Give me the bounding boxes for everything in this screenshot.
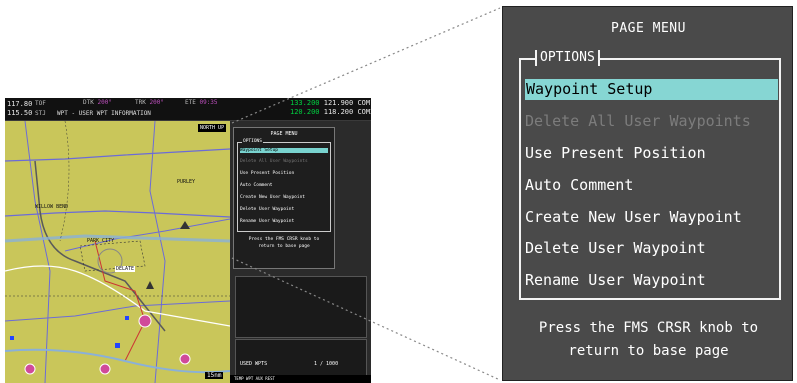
com2-active: 120.200 bbox=[290, 108, 320, 116]
used-wpts-label: USED WPTS bbox=[240, 361, 268, 367]
menu-item-rename-user-waypoint[interactable]: Rename User Waypoint bbox=[525, 270, 706, 291]
mini-press-line-1: Press the FMS CRSR knob to bbox=[248, 237, 320, 242]
waypoint-info-box bbox=[235, 276, 367, 338]
options-label: OPTIONS bbox=[535, 50, 600, 66]
mini-menu-title: PAGE MENU bbox=[270, 131, 298, 137]
used-wpts-count: 1 / 1000 bbox=[314, 361, 339, 367]
com2-standby: 118.200 bbox=[323, 108, 354, 116]
menu-item-use-present-position[interactable]: Use Present Position bbox=[525, 143, 706, 164]
ete-label: ETE bbox=[185, 99, 196, 106]
nav2-id: STJ bbox=[35, 110, 46, 117]
mini-menu-item: Delete All User Waypoints bbox=[240, 159, 308, 164]
trk-label: TRK bbox=[135, 99, 146, 106]
mini-options-box: OPTIONS Waypoint Setup Delete All User W… bbox=[237, 139, 331, 232]
softkey-bar: TEMP WPT AUX REST bbox=[230, 375, 371, 383]
trk-value: 200° bbox=[149, 99, 164, 106]
map-label-city: PURLEY bbox=[177, 179, 196, 185]
com1-standby: 121.900 bbox=[323, 99, 354, 107]
map-label-waypoint: DELATE bbox=[115, 266, 136, 272]
mini-page-menu: PAGE MENU OPTIONS Waypoint Setup Delete … bbox=[233, 127, 335, 269]
mini-menu-item[interactable]: Waypoint Setup bbox=[240, 148, 328, 153]
mini-menu-item[interactable]: Rename User Waypoint bbox=[240, 219, 294, 224]
page-title: WPT - USER WPT INFORMATION bbox=[57, 110, 151, 117]
ete-field: ETE 09:35 bbox=[185, 99, 218, 106]
mini-press-line-2: return to base page bbox=[258, 244, 310, 249]
mfd-right-panel: PAGE MENU OPTIONS Waypoint Setup Delete … bbox=[230, 121, 371, 383]
trk-field: TRK 200° bbox=[135, 99, 164, 106]
mfd-screenshot: 117.80 115.50 TOF STJ DTK 200° TRK 200° … bbox=[5, 98, 371, 383]
map-graphic bbox=[5, 121, 230, 383]
page-menu-title: PAGE MENU bbox=[611, 21, 686, 36]
nav1-frequency: 117.80 bbox=[7, 100, 33, 108]
ete-value: 09:35 bbox=[199, 99, 218, 106]
page-menu-enlarged: PAGE MENU OPTIONS Waypoint Setup Delete … bbox=[502, 6, 793, 381]
press-line-2: return to base page bbox=[568, 343, 729, 359]
mini-menu-item[interactable]: Auto Comment bbox=[240, 183, 273, 188]
mini-press-instruction: Press the FMS CRSR knob to return to bas… bbox=[234, 236, 334, 250]
used-waypoints-box: USED WPTS 1 / 1000 bbox=[235, 339, 367, 377]
navigation-map[interactable]: PURLEY WILLOW BEND PARK CITY DELATE NORT… bbox=[5, 121, 230, 383]
menu-item-auto-comment[interactable]: Auto Comment bbox=[525, 175, 633, 196]
map-range: 15nm bbox=[205, 372, 224, 379]
menu-item-create-new-user-waypoint[interactable]: Create New User Waypoint bbox=[525, 207, 742, 228]
map-label-city: PARK CITY bbox=[87, 238, 115, 244]
nav1-id: TOF bbox=[35, 100, 46, 107]
dtk-field: DTK 200° bbox=[83, 99, 112, 106]
mini-menu-item[interactable]: Use Present Position bbox=[240, 171, 294, 176]
com1-active: 133.200 bbox=[290, 99, 320, 107]
options-box: OPTIONS Waypoint Setup Delete All User W… bbox=[519, 50, 781, 300]
dtk-label: DTK bbox=[83, 99, 94, 106]
com2-tag: COM2 bbox=[357, 108, 371, 116]
mini-options-label: OPTIONS bbox=[242, 139, 263, 144]
com1-tag: COM1 bbox=[357, 99, 371, 107]
map-label-city: WILLOW BEND bbox=[35, 204, 69, 210]
menu-item-waypoint-setup[interactable]: Waypoint Setup bbox=[525, 79, 778, 100]
north-up-indicator: NORTH UP bbox=[198, 124, 227, 132]
press-crsr-instruction: Press the FMS CRSR knob to return to bas… bbox=[503, 317, 794, 363]
mfd-top-bar: 117.80 115.50 TOF STJ DTK 200° TRK 200° … bbox=[5, 98, 371, 121]
press-line-1: Press the FMS CRSR knob to bbox=[538, 320, 759, 336]
menu-item-delete-user-waypoint[interactable]: Delete User Waypoint bbox=[525, 238, 706, 259]
mini-menu-item[interactable]: Delete User Waypoint bbox=[240, 207, 294, 212]
mini-menu-item[interactable]: Create New User Waypoint bbox=[240, 195, 305, 200]
nav2-frequency: 115.50 bbox=[7, 109, 33, 117]
com-frequencies: 133.200 121.900 COM1 120.200 118.200 COM… bbox=[290, 99, 371, 117]
dtk-value: 200° bbox=[97, 99, 112, 106]
menu-item-delete-all-user-waypoints: Delete All User Waypoints bbox=[525, 112, 751, 130]
